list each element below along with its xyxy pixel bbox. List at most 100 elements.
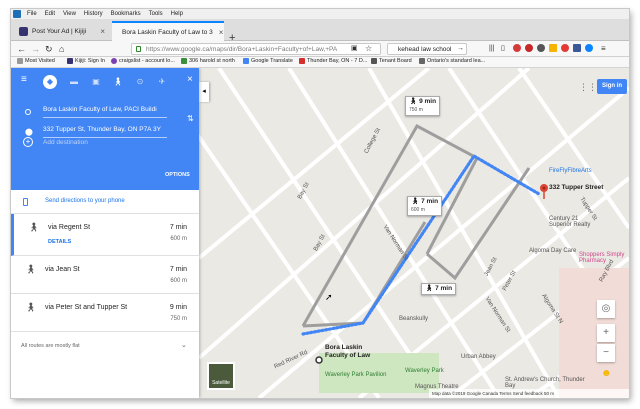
search-box[interactable]: kehead law school (387, 43, 467, 55)
route-option-2[interactable]: 🚶︎ via Jean St 7 min 600 m (11, 256, 199, 294)
url-text: https://www.google.ca/maps/dir/Bora+Lask… (146, 46, 338, 53)
extension-icon[interactable] (585, 44, 593, 52)
map-canvas[interactable]: ➚ 🚶︎ 9 min 750 m 🚶︎ 7 min 600 m 🚶︎ 7 min… (199, 68, 629, 398)
menu-view[interactable]: View (59, 11, 80, 17)
tab-kijiji[interactable]: Post Your Ad | Kijiji × (13, 21, 111, 41)
reload-button[interactable]: ↻ (45, 43, 53, 55)
url-bar[interactable]: https://www.google.ca/maps/dir/Bora+Lask… (131, 43, 381, 55)
search-go-icon[interactable]: → (457, 43, 464, 55)
poi-beanskully[interactable]: Beanskully (399, 316, 428, 322)
reader-icon[interactable]: ▣ (351, 43, 358, 55)
close-icon[interactable]: × (94, 27, 105, 36)
menu-tools[interactable]: Tools (145, 11, 167, 17)
back-button[interactable]: ← (17, 43, 26, 55)
menu-help[interactable]: Help (167, 11, 187, 17)
sidebar-icon[interactable]: ▯ (501, 43, 505, 55)
close-icon[interactable]: × (187, 74, 193, 85)
satellite-toggle[interactable]: Satellite (207, 362, 235, 390)
destination-input[interactable]: 332 Tupper St, Thunder Bay, ON P7A 3Y (43, 123, 167, 138)
zoom-in-button[interactable]: + (597, 324, 615, 342)
route-name: via Peter St and Tupper St (45, 304, 128, 311)
route-badge-9min[interactable]: 🚶︎ 9 min 750 m (405, 96, 441, 116)
satellite-label: Satellite (212, 380, 230, 386)
pegman-icon[interactable]: ☻ (601, 368, 612, 379)
extension-icon[interactable] (537, 44, 545, 52)
origin-input[interactable]: Bora Laskin Faculty of Law, PACI Buildi (43, 103, 167, 118)
flat-note: All routes are mostly flat (21, 343, 80, 349)
menu-file[interactable]: File (23, 11, 41, 17)
adblock-icon[interactable] (525, 44, 533, 52)
bookmark-google-translate[interactable]: Google Translate (243, 58, 293, 64)
details-link[interactable]: DETAILS (48, 239, 71, 245)
tab-google-maps[interactable]: Bora Laskin Faculty of Law to 3 × (112, 21, 224, 41)
menu-bookmarks[interactable]: Bookmarks (107, 11, 145, 17)
bookmark-tenant-board[interactable]: Tenant Board (371, 58, 412, 64)
transit-icon[interactable]: ▣ (89, 75, 103, 89)
home-button[interactable]: ⌂ (59, 43, 64, 55)
bookmark-thunder-bay-weather[interactable]: Thunder Bay, ON - 7 D... (299, 58, 367, 64)
navigation-bar: ← → ↻ ⌂ https://www.google.ca/maps/dir/B… (11, 41, 629, 57)
walking-icon[interactable]: 🚶︎ (111, 75, 125, 89)
route-distance: 600 m (170, 278, 187, 284)
bookmark-most-visited[interactable]: Most Visited (17, 58, 55, 64)
map-footer: Map data ©2019 Google Canada Terms Send … (429, 389, 629, 398)
car-icon[interactable]: ▬ (67, 75, 81, 89)
collapse-panel-button[interactable]: ◂ (199, 82, 209, 102)
route-option-3[interactable]: 🚶︎ via Peter St and Tupper St 9 min 750 … (11, 294, 199, 332)
bookmark-ontario-lease[interactable]: Ontario's standard lea... (419, 58, 485, 64)
bookmark-kijiji[interactable]: Kijiji: Sign In (67, 58, 105, 64)
options-button[interactable]: OPTIONS (165, 172, 190, 178)
library-icon[interactable]: ||| (489, 43, 494, 55)
tab-title: Post Your Ad | Kijiji (32, 27, 87, 35)
add-destination[interactable]: Add destination (43, 139, 88, 146)
poi-algoma-day-care[interactable]: Algoma Day Care (529, 248, 576, 254)
chevron-down-icon[interactable]: ⌄ (181, 341, 187, 349)
poi-fireflyfibrearts[interactable]: FireFlyFibreArts (549, 168, 592, 174)
maple-leaf-icon (299, 58, 305, 64)
poi-shoppers-simply-pharmacy[interactable]: Shoppers Simply Pharmacy (579, 252, 629, 264)
bookmark-star-icon[interactable]: ☆ (365, 43, 372, 55)
add-destination-icon[interactable]: + (23, 137, 33, 147)
send-directions-link[interactable]: Send directions to your phone (45, 198, 125, 204)
poi-waverley-park[interactable]: Waverley Park (405, 368, 444, 374)
page-icon (419, 58, 425, 64)
zoom-out-button[interactable]: − (597, 344, 615, 362)
flat-note-row[interactable]: All routes are mostly flat ⌄ (11, 338, 199, 356)
my-location-button[interactable]: ◎ (597, 300, 615, 318)
best-travel-mode-icon[interactable]: ◆ (43, 75, 57, 89)
route-option-1[interactable]: 🚶︎ via Regent St 7 min 600 m DETAILS (11, 214, 199, 256)
bookmark-craigslist[interactable]: craigslist - account lo... (111, 58, 175, 64)
directions-panel: ≡ ◆ ▬ ▣ 🚶︎ ⊙ ✈︎ × Bora Laskin Faculty of… (11, 68, 199, 398)
page-icon (181, 58, 187, 64)
origin-label-line1: Bora Laskin (325, 344, 363, 351)
badge-distance: 600 m (411, 207, 425, 213)
extension-icon[interactable] (561, 44, 569, 52)
craigslist-icon (111, 58, 117, 64)
lock-icon (136, 46, 141, 52)
hamburger-icon[interactable]: ≡ (21, 74, 27, 85)
menu-history[interactable]: History (80, 11, 107, 17)
sign-in-button[interactable]: Sign in (597, 79, 627, 94)
origin-label-line2: Faculty of Law (325, 352, 371, 359)
menu-icon[interactable]: ≡ (601, 43, 606, 55)
route-badge-7min[interactable]: 🚶︎ 7 min 600 m (407, 196, 443, 216)
send-to-phone-row[interactable]: Send directions to your phone (11, 190, 199, 214)
walking-icon: 🚶︎ (411, 198, 422, 205)
bicycle-icon[interactable]: ⊙ (133, 75, 147, 89)
poi-urban-abbey[interactable]: Urban Abbey (461, 354, 496, 360)
extension-icon[interactable] (549, 44, 557, 52)
bookmark-harold-st[interactable]: 306 harold st north (181, 58, 235, 64)
poi-st-andrews-church[interactable]: St. Andrew's Church, Thunder Bay (505, 377, 585, 389)
flight-icon[interactable]: ✈︎ (155, 75, 169, 89)
forward-button[interactable]: → (31, 43, 40, 55)
swap-icon[interactable]: ⇅ (187, 114, 194, 123)
addon-icon[interactable] (513, 44, 521, 52)
route-badge-7min-alt[interactable]: 🚶︎ 7 min (421, 283, 457, 295)
apps-grid-icon[interactable]: ⋮⋮ (579, 82, 597, 93)
kijiji-icon (67, 58, 73, 64)
route-time: 7 min (169, 266, 187, 273)
poi-waverley-park-pavilion[interactable]: Waverley Park Pavilion (325, 372, 386, 378)
extension-icon[interactable] (573, 44, 581, 52)
menu-edit[interactable]: Edit (41, 11, 59, 17)
close-icon[interactable]: × (213, 28, 224, 37)
